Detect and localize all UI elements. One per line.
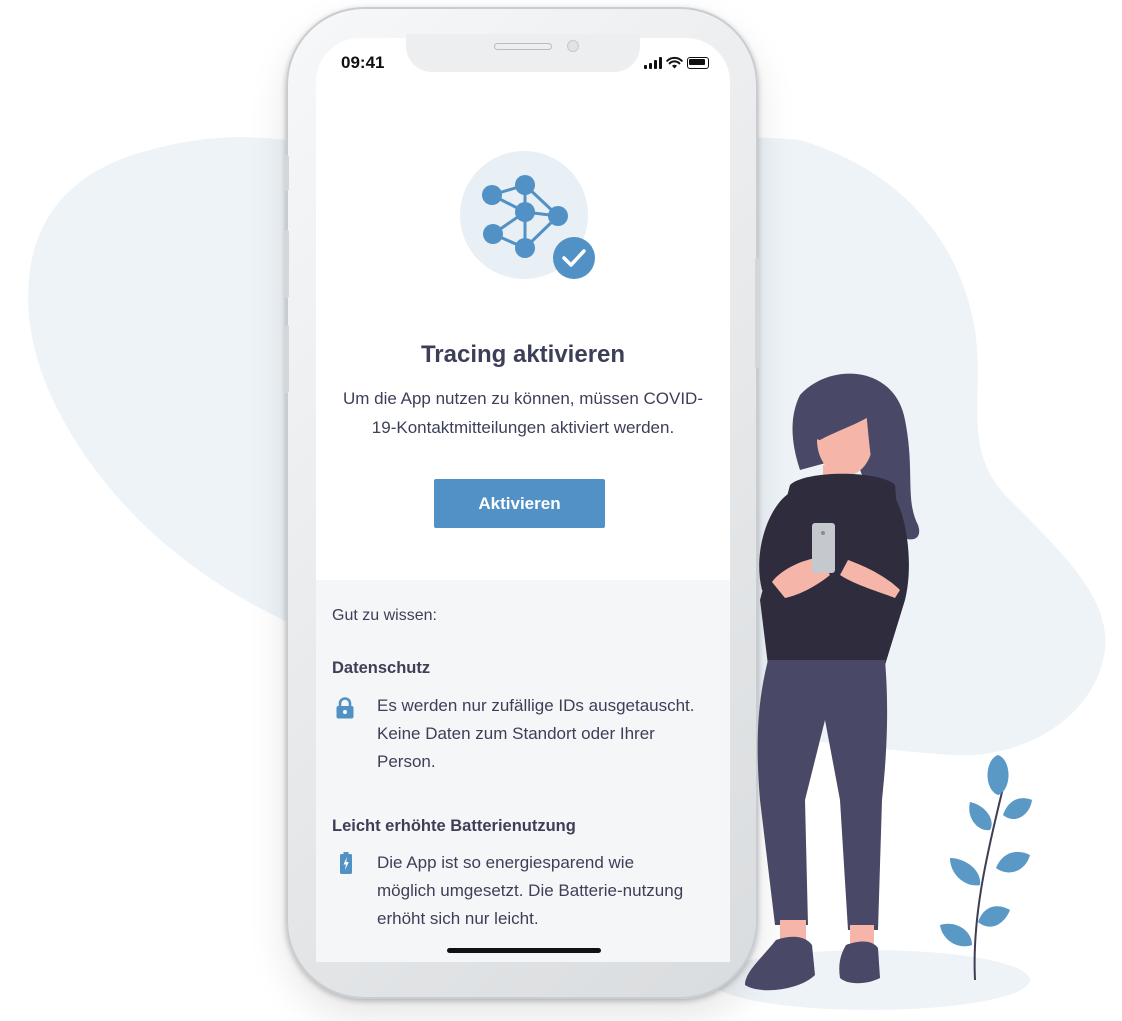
wifi-icon xyxy=(666,56,683,69)
page-title: Tracing aktivieren xyxy=(420,341,626,368)
plant-illustration xyxy=(940,755,1032,981)
activate-button[interactable]: Aktivieren xyxy=(434,479,605,528)
section-text-battery: Die App ist so energiesparend wie möglic… xyxy=(377,853,684,928)
cellular-signal-icon xyxy=(644,57,662,69)
lock-icon xyxy=(336,697,354,719)
phone-power-button xyxy=(755,258,760,368)
person-illustration xyxy=(745,373,920,991)
page-description: Um die App nutzen zu können, müssen COVI… xyxy=(342,389,703,437)
phone-volume-down-button xyxy=(284,325,289,393)
status-bar-icons xyxy=(644,56,709,69)
status-bar-time: 09:41 xyxy=(341,53,385,72)
phone-volume-up-button xyxy=(284,230,289,298)
section-heading-battery: Leicht erhöhte Batterienutzung xyxy=(332,817,576,835)
phone-speaker xyxy=(494,43,552,50)
info-intro: Gut zu wissen: xyxy=(332,607,437,624)
battery-icon xyxy=(687,57,709,69)
battery-charging-icon xyxy=(340,852,352,874)
section-text-privacy: Es werden nur zufällige IDs ausgetauscht… xyxy=(377,696,695,771)
network-check-icon xyxy=(460,151,595,279)
home-indicator xyxy=(447,948,601,953)
phone-camera xyxy=(567,40,579,52)
phone-side-button xyxy=(284,155,289,191)
section-heading-privacy: Datenschutz xyxy=(332,659,431,677)
phone-notch xyxy=(406,34,640,72)
